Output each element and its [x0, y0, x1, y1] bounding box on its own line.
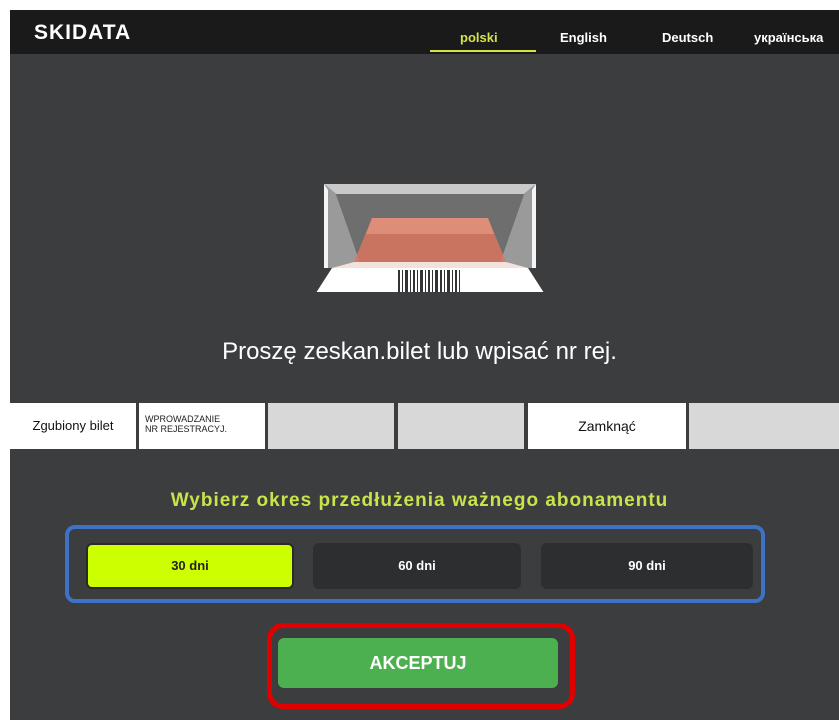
function-button-row: Zgubiony bilet WPROWADZANIE NR REJESTRAC…: [10, 403, 839, 449]
empty-button-1: [268, 403, 394, 449]
selected-language-underline: [430, 50, 536, 52]
enter-registration-button[interactable]: WPROWADZANIE NR REJESTRACYJ.: [139, 403, 265, 449]
language-polski[interactable]: polski: [460, 30, 498, 45]
close-button[interactable]: Zamknąć: [528, 403, 686, 449]
scan-prompt: Proszę zeskan.bilet lub wpisać nr rej.: [222, 338, 617, 365]
language-ukrainian[interactable]: українська: [754, 30, 823, 45]
skidata-logo: SKIDATA: [34, 21, 132, 44]
registration-label-line2: NR REJESTRACYJ.: [145, 424, 228, 434]
language-english[interactable]: English: [560, 30, 607, 45]
period-60-days-button[interactable]: 60 dni: [313, 543, 521, 589]
period-30-days-button[interactable]: 30 dni: [86, 543, 294, 589]
empty-button-2: [398, 403, 524, 449]
top-bar: SKIDATA polski English Deutsch українськ…: [10, 10, 839, 54]
close-label: Zamknąć: [578, 418, 636, 434]
barcode-scanner-icon: [316, 184, 544, 292]
registration-label-line1: WPROWADZANIE: [145, 414, 221, 424]
accept-button[interactable]: AKCEPTUJ: [278, 638, 558, 688]
empty-button-3: [689, 403, 839, 449]
period-title: Wybierz okres przedłużenia ważnego abona…: [170, 490, 669, 511]
lost-ticket-label: Zgubiony bilet: [32, 418, 114, 433]
period-90-days-button[interactable]: 90 dni: [541, 543, 753, 589]
lost-ticket-button[interactable]: Zgubiony bilet: [10, 403, 136, 449]
language-deutsch[interactable]: Deutsch: [662, 30, 713, 45]
